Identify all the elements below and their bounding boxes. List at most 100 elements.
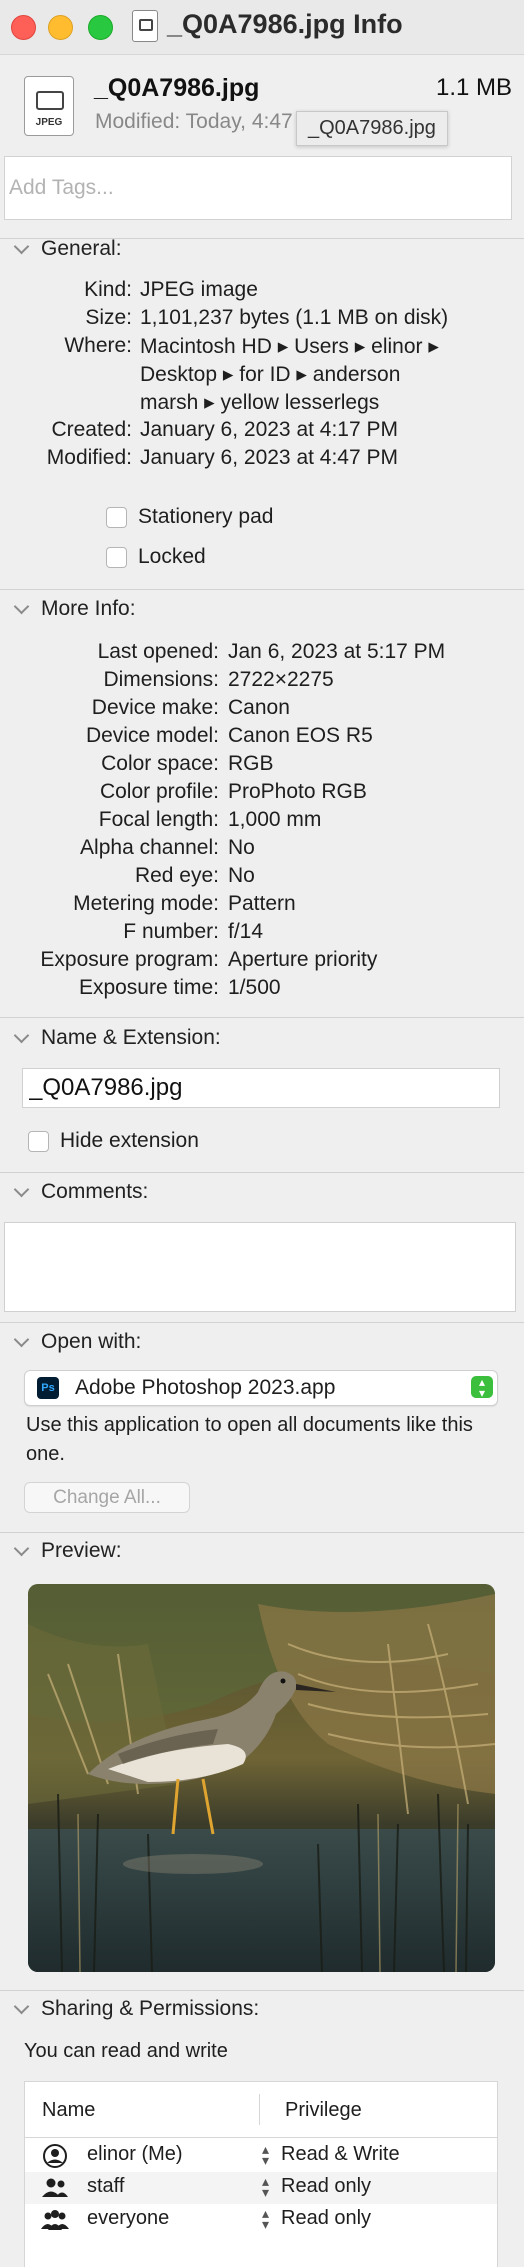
section-open-with[interactable]: Open with: [12,1330,141,1354]
info-value: JPEG image [140,278,258,301]
tags-input[interactable] [4,156,512,220]
divider [0,1322,524,1323]
change-all-button[interactable]: Change All... [24,1482,190,1513]
hide-extension-label: Hide extension [60,1129,199,1152]
file-name: _Q0A7986.jpg [94,74,260,102]
user-icon [43,2144,67,2168]
section-comments-title: Comments: [41,1180,149,1203]
image-preview [28,1584,495,1972]
section-more-info[interactable]: More Info: [12,597,136,621]
info-value: No [228,836,255,859]
info-value: Aperture priority [228,948,378,971]
chevron-down-icon[interactable] [13,1027,30,1043]
table-row[interactable]: everyone ▴ ▾ Read only [25,2204,497,2236]
section-preview-title: Preview: [41,1539,122,1562]
divider [0,589,524,590]
divider [0,1990,524,1991]
group-icon [42,2178,68,2197]
permission-privilege[interactable]: Read only [281,2175,371,2198]
info-value: Canon [228,696,290,719]
section-sharing-permissions[interactable]: Sharing & Permissions: [12,1997,259,2021]
modified-summary: Modified: Today, 4:47 PM [95,110,295,133]
title-bar: _Q0A7986.jpg Info [0,0,524,55]
info-key: Red eye: [134,864,219,887]
chevron-down-icon[interactable] [13,1181,30,1197]
permission-name: elinor (Me) [87,2143,183,2165]
section-comments[interactable]: Comments: [12,1180,148,1204]
chevron-down-icon[interactable] [13,598,30,614]
chevron-down-icon[interactable] [13,1331,30,1347]
permission-name: everyone [87,2207,170,2229]
column-header-privilege[interactable]: Privilege [285,2099,362,2122]
info-key: Color profile: [99,780,219,803]
sharing-description: You can read and write [24,2040,228,2062]
divider [0,1017,524,1018]
photoshop-icon: Ps [37,1377,59,1399]
permission-privilege[interactable]: Read only [281,2207,371,2230]
info-key: Focal length: [98,808,219,831]
locked-label: Locked [138,545,206,568]
table-row[interactable]: elinor (Me) ▴ ▾ Read & Write [25,2140,497,2172]
everyone-icon [41,2210,69,2230]
up-down-arrows-icon[interactable]: ▴ ▾ [471,1376,493,1399]
file-size: 1.1 MB [435,74,512,101]
info-value: 1/500 [228,976,281,999]
zoom-button[interactable] [88,15,113,40]
section-sharing-title: Sharing & Permissions: [41,1997,260,2020]
privilege-stepper-icon[interactable]: ▴ ▾ [262,2142,269,2167]
file-name-field[interactable] [22,1068,500,1108]
permission-privilege[interactable]: Read & Write [281,2143,400,2166]
info-key: F number: [123,920,219,943]
info-value: Jan 6, 2023 at 5:17 PM [228,640,446,663]
stationery-checkbox[interactable] [106,507,127,528]
info-value: Canon EOS R5 [228,724,373,747]
info-key: Exposure program: [40,948,219,971]
close-button[interactable] [11,15,36,40]
filename-tooltip: _Q0A7986.jpg [296,111,448,146]
info-key: Dimensions: [103,668,219,691]
window-title: _Q0A7986.jpg Info [167,9,403,39]
info-key: Exposure time: [78,976,219,999]
section-general[interactable]: General: [12,237,122,261]
hide-extension-checkbox[interactable] [28,1131,49,1152]
table-row[interactable]: staff ▴ ▾ Read only [25,2172,497,2204]
info-key: Metering mode: [73,892,219,915]
privilege-stepper-icon[interactable]: ▴ ▾ [262,2206,269,2231]
section-preview[interactable]: Preview: [12,1539,122,1563]
info-key: Where: [64,334,132,357]
info-key: Device model: [85,724,219,747]
info-value: f/14 [228,920,264,943]
open-with-app-name: Adobe Photoshop 2023.app [75,1376,336,1399]
comments-textarea[interactable] [4,1222,516,1312]
chevron-down-icon[interactable] [13,238,30,254]
section-general-title: General: [41,237,122,260]
file-type-label: JPEG [35,117,63,128]
locked-checkbox[interactable] [106,547,127,568]
open-with-select[interactable]: Ps Adobe Photoshop 2023.app ▴ ▾ [24,1370,498,1406]
divider [0,1172,524,1173]
info-key: Modified: [46,446,132,469]
privilege-stepper-icon[interactable]: ▴ ▾ [262,2174,269,2199]
info-value: 2722×2275 [228,668,334,691]
document-proxy-icon[interactable] [132,10,158,42]
divider [0,1532,524,1533]
info-value: Pattern [228,892,296,915]
section-open-with-title: Open with: [41,1330,142,1353]
chevron-down-icon[interactable] [13,1540,30,1556]
info-key: Kind: [84,278,132,301]
info-value: Macintosh HD ▸ Users ▸ elinor ▸ [140,335,439,358]
section-name-extension[interactable]: Name & Extension: [12,1026,221,1050]
minimize-button[interactable] [48,15,73,40]
column-header-name[interactable]: Name [42,2099,95,2122]
bird-photo-preview [28,1584,495,1972]
info-value: January 6, 2023 at 4:17 PM [140,418,398,441]
section-more-info-title: More Info: [41,597,136,620]
open-with-description: Use this application to open all documen… [26,1414,473,1465]
chevron-down-icon[interactable] [13,1998,30,2014]
info-value: January 6, 2023 at 4:47 PM [140,446,398,469]
info-key: Color space: [101,752,219,775]
info-value: Desktop ▸ for ID ▸ anderson [140,363,401,386]
info-value: 1,101,237 bytes (1.1 MB on disk) [140,306,449,329]
permission-name: staff [87,2175,125,2197]
image-icon [36,91,64,110]
